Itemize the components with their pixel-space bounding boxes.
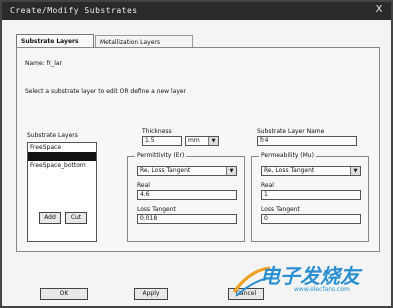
close-icon[interactable]: X	[373, 4, 385, 16]
list-item[interactable]: FreeSpace_bottom	[28, 161, 96, 170]
layer-name-label: Substrate Layer Name	[257, 128, 325, 135]
permeability-tangent-input[interactable]: 0	[261, 214, 361, 224]
permittivity-group-label: Permittivity (Er)	[135, 152, 187, 159]
thickness-unit-select[interactable]: mm ▼	[185, 136, 219, 146]
permittivity-tangent-label: Loss Tangent	[137, 206, 176, 213]
chevron-down-icon: ▼	[226, 167, 236, 175]
layer-name-input[interactable]: fr4	[257, 136, 357, 146]
permeability-tangent-label: Loss Tangent	[261, 206, 300, 213]
watermark-url: www.elecfans.com	[294, 286, 350, 293]
permeability-group-label: Permeability (Mu)	[259, 152, 316, 159]
chevron-down-icon: ▼	[208, 137, 218, 145]
tab-panel: Name: fr_lar Select a substrate layer to…	[16, 47, 380, 252]
permeability-type-value: Re, Loss Tangent	[264, 167, 315, 174]
permittivity-type-select[interactable]: Re, Loss Tangent ▼	[137, 166, 237, 176]
permeability-type-select[interactable]: Re, Loss Tangent ▼	[261, 166, 361, 176]
permittivity-type-value: Re, Loss Tangent	[140, 167, 191, 174]
apply-button[interactable]: Apply	[134, 288, 168, 300]
permittivity-real-input[interactable]: 4.6	[137, 190, 237, 200]
add-button[interactable]: Add	[39, 212, 61, 224]
window-title: Create/Modify Substrates	[10, 6, 138, 15]
watermark-logo: 电子发烧友 www.elecfans.com	[232, 258, 382, 302]
instruction-text: Select a substrate layer to edit OR defi…	[25, 88, 187, 95]
list-item-selected[interactable]	[28, 152, 96, 161]
list-item[interactable]: FreeSpace	[28, 143, 96, 152]
permeability-real-input[interactable]: 1	[261, 190, 361, 200]
substrate-layers-label: Substrate Layers	[27, 132, 78, 139]
permeability-real-label: Real	[261, 182, 274, 189]
substrate-layer-list[interactable]: FreeSpace FreeSpace_bottom	[27, 142, 97, 242]
tab-substrate-layers[interactable]: Substrate Layers	[16, 34, 94, 47]
permittivity-tangent-input[interactable]: 0.018	[137, 214, 237, 224]
thickness-input[interactable]: 1.5	[142, 136, 182, 146]
cut-button[interactable]: Cut	[65, 212, 87, 224]
ok-button[interactable]: OK	[40, 288, 88, 300]
thickness-label: Thickness	[142, 128, 172, 135]
permittivity-real-label: Real	[137, 182, 150, 189]
dialog-window: Create/Modify Substrates X Substrate Lay…	[0, 0, 393, 308]
name-label: Name: fr_lar	[25, 60, 63, 67]
title-bar: Create/Modify Substrates X	[2, 2, 391, 20]
thickness-unit-value: mm	[188, 137, 200, 144]
chevron-down-icon: ▼	[350, 167, 360, 175]
watermark-text: 电子发烧友	[260, 264, 360, 288]
